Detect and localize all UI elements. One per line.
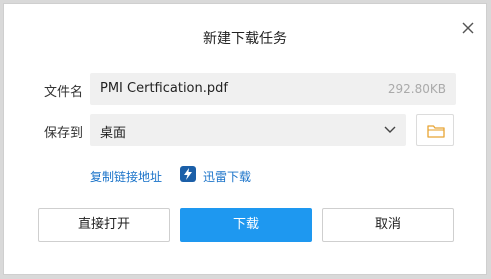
browse-folder-button[interactable]	[416, 114, 454, 146]
file-name-field[interactable]: PMI Certfication.pdf 292.80KB	[90, 73, 456, 105]
dialog-title: 新建下载任务	[203, 31, 287, 47]
open-directly-button[interactable]: 直接打开	[38, 208, 170, 242]
close-icon[interactable]	[460, 20, 476, 36]
download-dialog: 新建下载任务 文件名 PMI Certfication.pdf 292.80KB…	[3, 3, 487, 275]
file-size: 292.80KB	[387, 82, 446, 96]
save-to-label: 保存到	[44, 126, 84, 141]
download-button[interactable]: 下载	[180, 208, 312, 242]
save-location-select[interactable]: 桌面	[90, 114, 406, 146]
cancel-button[interactable]: 取消	[322, 208, 454, 242]
thunder-download-link[interactable]: 迅雷下载	[203, 168, 251, 185]
file-name-label: 文件名	[44, 85, 84, 100]
copy-link-address[interactable]: 复制链接地址	[90, 168, 162, 185]
chevron-down-icon[interactable]	[383, 124, 397, 136]
folder-icon	[427, 125, 445, 138]
save-location-value: 桌面	[100, 126, 127, 141]
file-name-value: PMI Certfication.pdf	[100, 81, 228, 96]
thunder-icon[interactable]	[180, 166, 196, 182]
